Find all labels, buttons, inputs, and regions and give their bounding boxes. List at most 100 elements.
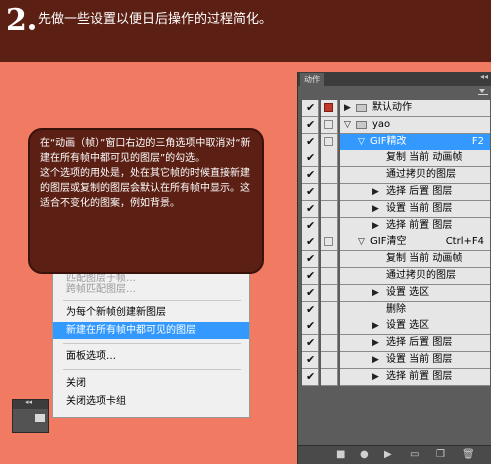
action-row[interactable]: ✔ 删除 [302,301,490,319]
collapsed-panel[interactable]: ◂◂ [12,398,49,433]
toggle-item-checkbox[interactable]: ✔ [302,133,319,151]
menu-item-close-tab-group[interactable]: 关闭选项卡组 [53,393,249,410]
collapse-triangle-icon[interactable]: ▶ [372,369,379,385]
collapse-triangle-icon[interactable]: ▶ [372,285,379,301]
toggle-dialog-checkbox[interactable] [321,335,338,353]
action-row[interactable]: ✔ ▽ GIF精改 F2 [302,133,490,151]
toggle-item-checkbox[interactable]: ✔ [302,167,319,185]
toggle-item-checkbox[interactable]: ✔ [302,234,319,252]
action-row[interactable]: ✔ ▶ 设置 当前 图层 [302,200,490,218]
action-step[interactable]: ▶ 设置 当前 图层 [340,352,490,369]
action-row[interactable]: ✔ ▽ yao [302,116,490,134]
toggle-item-checkbox[interactable]: ✔ [302,100,319,117]
toggle-item-checkbox[interactable]: ✔ [302,150,319,168]
toggle-item-checkbox[interactable]: ✔ [302,335,319,353]
play-icon[interactable]: ▶ [384,449,392,461]
toggle-item-checkbox[interactable]: ✔ [302,200,319,218]
toggle-item-checkbox[interactable]: ✔ [302,368,319,386]
checkmark-icon: ✔ [306,353,316,366]
action-set[interactable]: ▽ yao [340,116,490,134]
collapse-triangle-icon[interactable]: ▶ [372,184,379,200]
toggle-dialog-checkbox[interactable] [321,184,338,201]
action-step[interactable]: ▶ 选择 后置 图层 [340,335,490,353]
toggle-dialog-checkbox[interactable] [321,251,338,269]
action-row[interactable]: ✔ ▽ GIF清空 Ctrl+F4 [302,234,490,252]
panel-menu-icon[interactable] [35,414,45,422]
toggle-dialog-checkbox[interactable] [321,133,338,151]
action-row[interactable]: ✔ ▶ 默认动作 [302,100,490,117]
action-row[interactable]: ✔ ▶ 选择 前置 图层 [302,217,490,235]
toggle-item-checkbox[interactable]: ✔ [302,352,319,369]
action-step[interactable]: ▶ 设置 选区 [340,318,490,336]
collapse-triangle-icon[interactable]: ▶ [372,352,379,368]
action-row[interactable]: ✔ ▶ 选择 后置 图层 [302,335,490,353]
toggle-item-checkbox[interactable]: ✔ [302,251,319,269]
delete-icon[interactable]: 🗑 [462,449,475,461]
action-row[interactable]: ✔ 复制 当前 动画帧 [302,251,490,269]
toggle-dialog-checkbox[interactable] [321,150,338,168]
toggle-dialog-checkbox[interactable] [321,268,338,285]
toggle-dialog-checkbox[interactable] [321,368,338,386]
toggle-dialog-checkbox[interactable] [321,116,338,134]
stop-icon[interactable]: ■ [336,449,345,461]
toggle-dialog-checkbox[interactable] [321,284,338,302]
toggle-dialog-checkbox[interactable] [321,100,338,117]
expand-triangle-icon[interactable]: ▽ [358,134,365,150]
action-item[interactable]: ▽ GIF精改 F2 [340,133,490,151]
action-row[interactable]: ✔ 通过拷贝的图层 [302,268,490,285]
toggle-item-checkbox[interactable]: ✔ [302,116,319,134]
menu-item-match-layer-across-frames[interactable]: 跨帧匹配图层… [53,281,249,298]
toggle-dialog-checkbox[interactable] [321,217,338,235]
action-step[interactable]: ▶ 选择 前置 图层 [340,368,490,386]
toggle-dialog-checkbox[interactable] [321,200,338,218]
toggle-dialog-checkbox[interactable] [321,234,338,252]
action-set[interactable]: ▶ 默认动作 [340,100,490,117]
collapse-triangle-icon[interactable]: ▶ [372,218,379,234]
action-step[interactable]: 复制 当前 动画帧 [340,251,490,269]
action-item[interactable]: ▽ GIF清空 Ctrl+F4 [340,234,490,252]
action-step[interactable]: ▶ 选择 前置 图层 [340,217,490,235]
expand-triangle-icon[interactable]: ▽ [358,234,365,250]
record-icon[interactable]: ● [360,449,369,461]
action-label: 设置 当前 图层 [386,202,453,214]
toggle-item-checkbox[interactable]: ✔ [302,301,319,319]
toggle-item-checkbox[interactable]: ✔ [302,318,319,336]
action-row[interactable]: ✔ ▶ 设置 当前 图层 [302,352,490,369]
action-row[interactable]: ✔ ▶ 选择 后置 图层 [302,184,490,201]
action-step[interactable]: 复制 当前 动画帧 [340,150,490,168]
new-action-icon[interactable]: ❐ [436,449,445,461]
menu-item-panel-options[interactable]: 面板选项… [53,348,249,365]
action-step[interactable]: 通过拷贝的图层 [340,167,490,185]
action-step[interactable]: ▶ 设置 选区 [340,284,490,302]
action-step[interactable]: ▶ 设置 当前 图层 [340,200,490,218]
panel-menu-icon[interactable] [478,88,488,96]
toggle-item-checkbox[interactable]: ✔ [302,184,319,201]
action-row[interactable]: ✔ ▶ 设置 选区 [302,318,490,336]
collapse-triangle-icon[interactable]: ▶ [372,318,379,334]
menu-item-new-layer-each-frame[interactable]: 为每个新帧创建新图层 [53,304,249,321]
toggle-item-checkbox[interactable]: ✔ [302,217,319,235]
toggle-dialog-checkbox[interactable] [321,301,338,319]
action-row[interactable]: ✔ ▶ 选择 前置 图层 [302,368,490,386]
menu-item-new-layers-visible-all-frames[interactable]: 新建在所有帧中都可见的图层 [53,322,249,339]
new-set-icon[interactable]: ▭ [410,449,419,461]
collapse-triangle-icon[interactable]: ▶ [372,335,379,351]
toggle-item-checkbox[interactable]: ✔ [302,268,319,285]
action-row[interactable]: ✔ 复制 当前 动画帧 [302,150,490,168]
action-step[interactable]: 删除 [340,301,490,319]
collapse-arrows-icon[interactable]: ◂◂ [25,398,32,406]
action-step[interactable]: 通过拷贝的图层 [340,268,490,285]
toggle-item-checkbox[interactable]: ✔ [302,284,319,302]
toggle-dialog-checkbox[interactable] [321,352,338,369]
collapse-arrows-icon[interactable]: ◂◂ [480,72,488,81]
toggle-dialog-checkbox[interactable] [321,318,338,336]
collapse-triangle-icon[interactable]: ▶ [344,100,351,116]
expand-triangle-icon[interactable]: ▽ [344,117,351,133]
menu-item-close[interactable]: 关闭 [53,375,249,392]
tab-actions[interactable]: 动作 [300,73,324,86]
toggle-dialog-checkbox[interactable] [321,167,338,185]
action-row[interactable]: ✔ 通过拷贝的图层 [302,167,490,185]
action-step[interactable]: ▶ 选择 后置 图层 [340,184,490,201]
collapse-triangle-icon[interactable]: ▶ [372,201,379,217]
action-row[interactable]: ✔ ▶ 设置 选区 [302,284,490,302]
